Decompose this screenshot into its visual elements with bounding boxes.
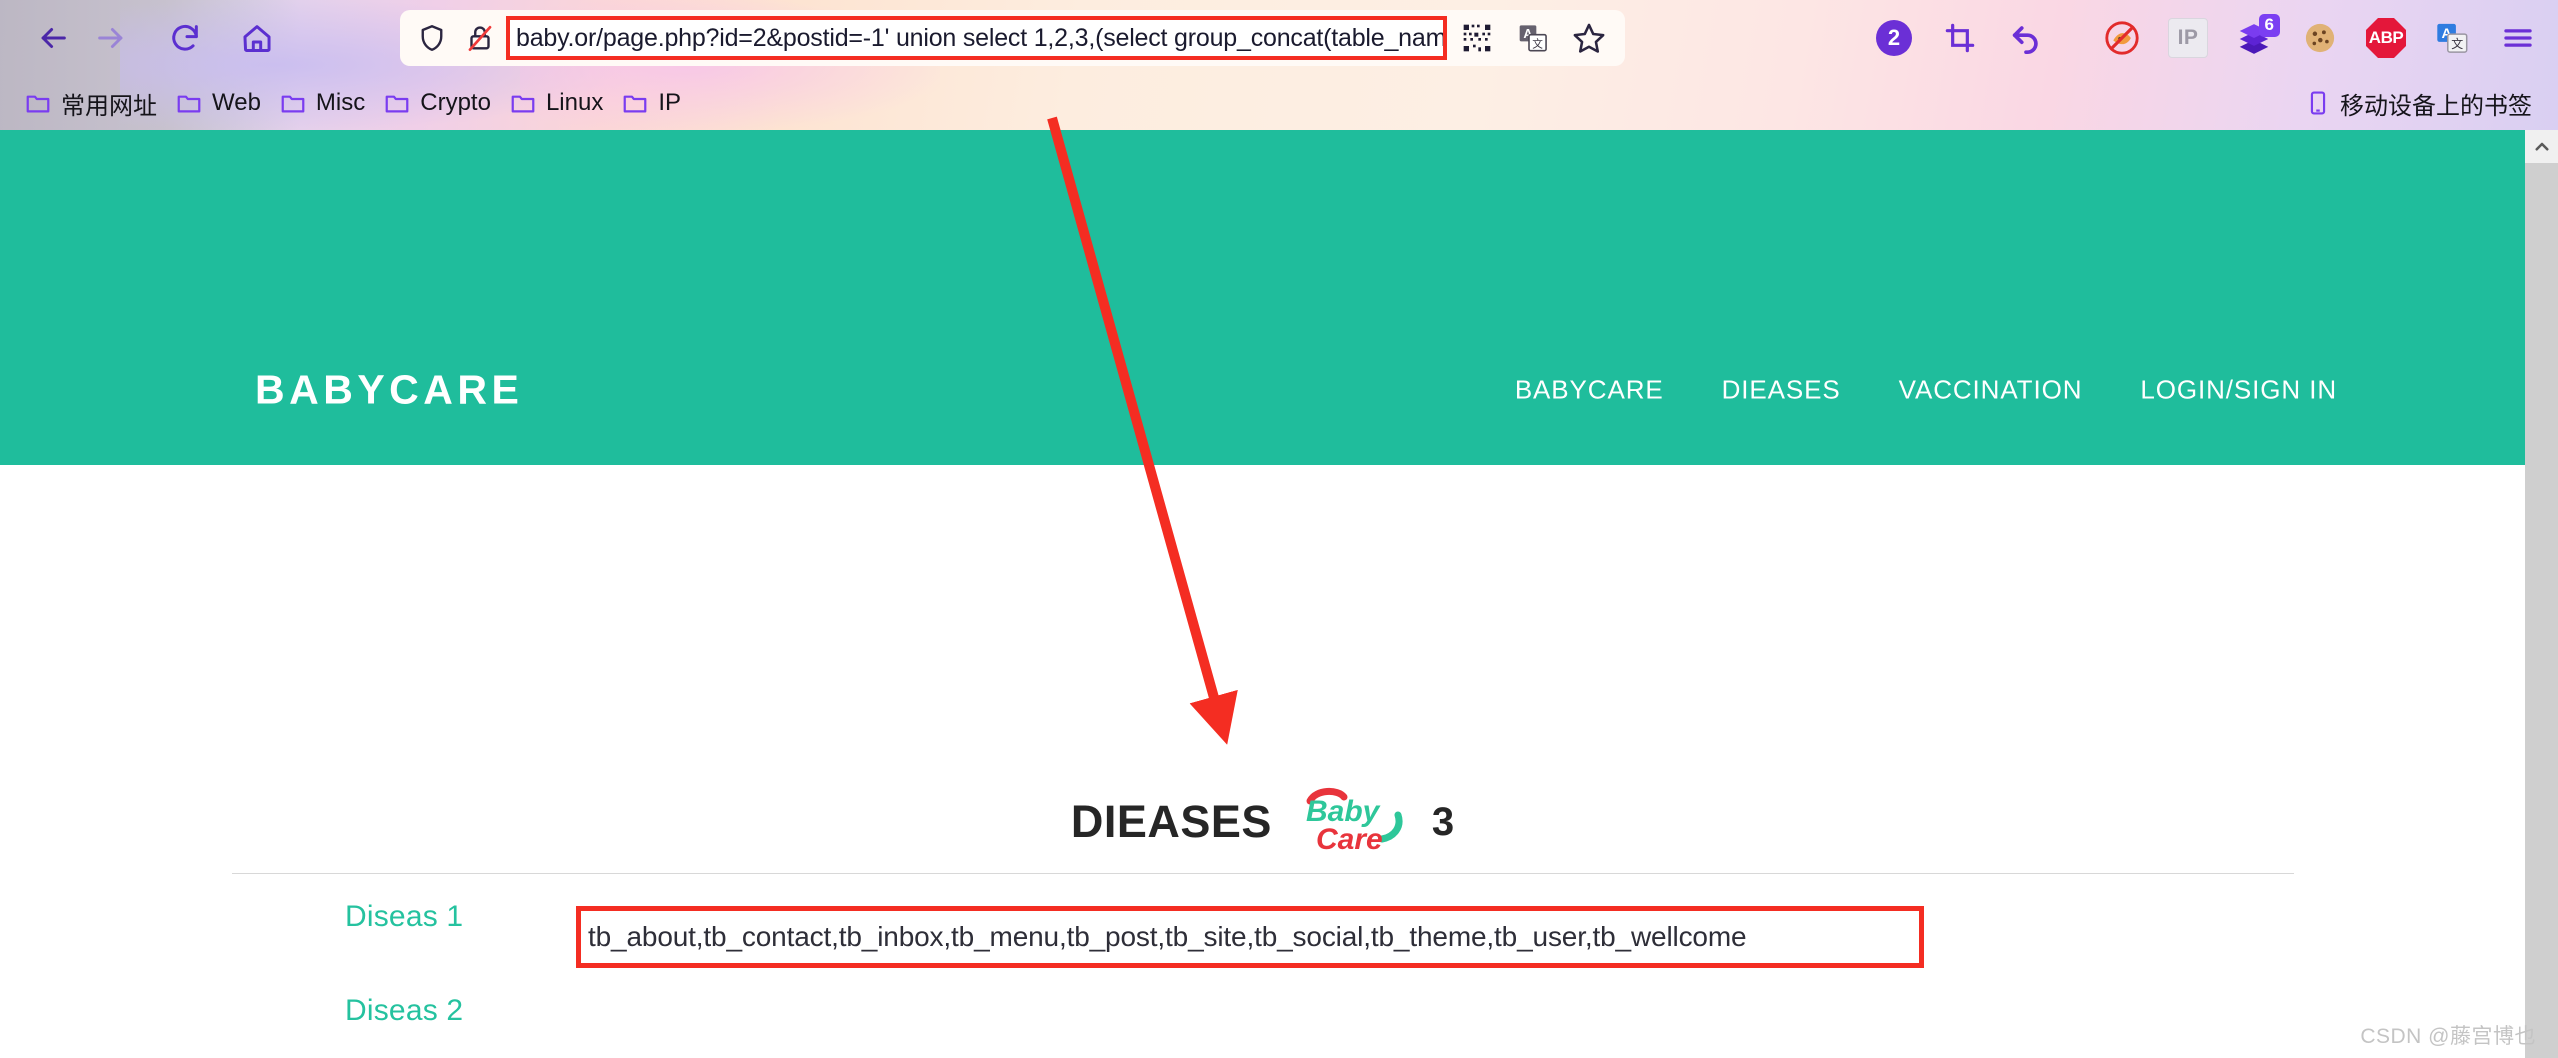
reload-button[interactable] [156,9,214,67]
translate-icon[interactable]: A 文 [1505,14,1561,62]
translate-extension-icon[interactable]: A 文 [2424,10,2480,66]
injection-result-highlight: tb_about,tb_contact,tb_inbox,tb_menu,tb_… [576,906,1924,968]
svg-text:文: 文 [1532,37,1543,50]
extensions-toolbar: 2 IP 6 ABP A 文 [1866,10,2546,66]
bookmark-item[interactable]: Crypto [377,85,503,121]
dieases-count: 3 [1431,799,1455,844]
nav-item-login-signin[interactable]: LOGIN/SIGN IN [2140,375,2337,406]
screenshot-crop-icon[interactable] [1932,10,1988,66]
bookmark-label: Misc [315,89,366,116]
svg-text:Care: Care [1316,823,1383,856]
container-badge[interactable]: 2 [1866,10,1922,66]
adblock-plus-label: ABP [2366,18,2406,58]
injection-result-text: tb_about,tb_contact,tb_inbox,tb_menu,tb_… [588,921,1747,952]
bookmark-label: Linux [545,89,604,116]
url-text: baby.or/page.php?id=2&postid=-1' union s… [516,23,1447,52]
ip-extension-label: IP [2168,18,2208,58]
diseases-list: Diseas 1 Diseas 2 Diseas 3 [345,900,463,1058]
nav-item-babycare[interactable]: BABYCARE [1515,375,1664,406]
diseas-link-1[interactable]: Diseas 1 [345,900,463,934]
bookmark-label: 常用网址 [61,92,157,120]
shield-icon[interactable] [408,14,456,62]
bookmark-label: Crypto [420,89,491,116]
mobile-bookmarks-folder[interactable]: 移动设备上的书签 [2299,76,2544,130]
app-menu-button[interactable] [2490,10,2546,66]
browser-chrome: baby.or/page.php?id=2&postid=-1' union s… [0,0,2558,130]
diseas-link-2[interactable]: Diseas 2 [345,994,463,1028]
content-divider [232,873,2294,874]
undo-arrow-icon[interactable] [1998,10,2054,66]
address-bar[interactable]: baby.or/page.php?id=2&postid=-1' union s… [400,10,1625,66]
bookmark-label: IP [658,89,681,116]
site-nav: BABYCARE DIEASES VACCINATION LOGIN/SIGN … [1515,375,2337,406]
forward-button[interactable] [82,9,140,67]
address-bar-actions: A 文 [1449,14,1617,62]
page-scrollbar[interactable] [2525,130,2558,1058]
page-title: DIEASES [1070,796,1272,847]
url-input-highlight[interactable]: baby.or/page.php?id=2&postid=-1' union s… [506,16,1447,60]
layers-extension[interactable]: 6 [2226,10,2282,66]
watermark: CSDN @藤宫博也 [2360,1025,2536,1048]
page-viewport: BABYCARE BABYCARE DIEASES VACCINATION LO… [0,130,2558,1058]
star-icon[interactable] [1561,14,1617,62]
disable-fox-icon[interactable] [2094,10,2150,66]
svg-text:文: 文 [2451,36,2463,51]
container-badge-count: 2 [1876,20,1912,56]
scrollbar-up-arrow-icon[interactable] [2525,130,2558,163]
back-button[interactable] [24,9,82,67]
bookmarks-bar: 常用网址 Web Misc Crypto Linux IP 移动设备上的书签 [0,76,2558,130]
content-heading-row: DIEASES Baby Care 3 [0,785,2525,859]
bookmark-item[interactable]: Linux [503,85,615,121]
nav-item-vaccination[interactable]: VACCINATION [1899,375,2083,406]
bookmark-label: Web [212,89,261,116]
layers-extension-count: 6 [2258,14,2280,37]
site-header: BABYCARE BABYCARE DIEASES VACCINATION LO… [0,130,2525,465]
nav-item-dieases[interactable]: DIEASES [1722,375,1841,406]
qr-code-icon[interactable] [1449,14,1505,62]
bookmark-item[interactable]: Web [169,85,273,121]
cookie-extension[interactable] [2292,10,2348,66]
babycare-logo-icon: Baby Care [1298,785,1406,859]
mobile-bookmarks-item[interactable]: 移动设备上的书签 [2299,82,2544,125]
bookmark-item[interactable]: 常用网址 [18,82,169,125]
mobile-bookmarks-label: 移动设备上的书签 [2340,92,2532,120]
bookmark-item[interactable]: Misc [273,85,377,121]
home-button[interactable] [228,9,286,67]
bookmark-item[interactable]: IP [615,85,693,121]
ip-extension[interactable]: IP [2160,10,2216,66]
site-logo[interactable]: BABYCARE [255,367,523,414]
scrollbar-thumb[interactable] [2525,163,2558,783]
adblock-plus-extension[interactable]: ABP [2358,10,2414,66]
lock-crossed-icon[interactable] [456,14,504,62]
